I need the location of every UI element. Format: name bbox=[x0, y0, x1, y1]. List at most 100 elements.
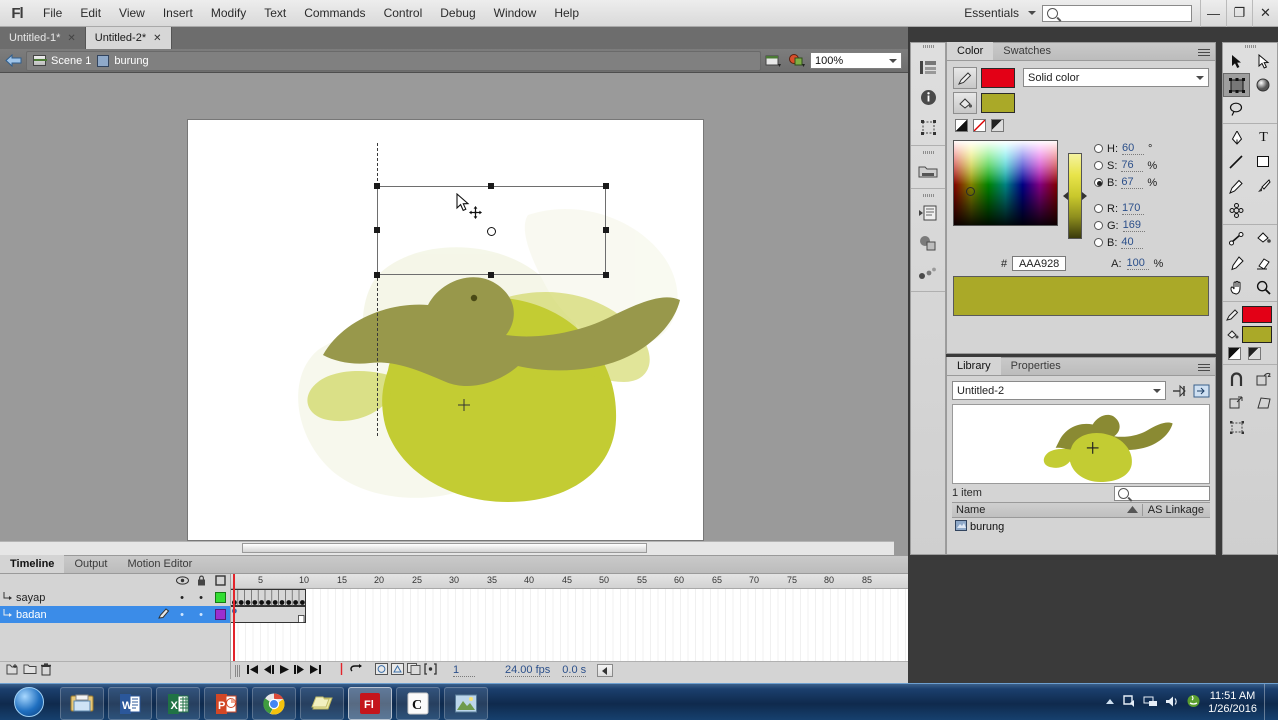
outline-icon[interactable] bbox=[210, 574, 230, 589]
new-library-panel-icon[interactable] bbox=[1193, 384, 1210, 398]
menu-file[interactable]: File bbox=[34, 2, 71, 24]
frame-grid[interactable] bbox=[231, 574, 908, 661]
frames-row-badan[interactable] bbox=[231, 606, 306, 623]
menu-text[interactable]: Text bbox=[255, 2, 295, 24]
tab-color[interactable]: Color bbox=[947, 42, 994, 60]
playhead[interactable] bbox=[233, 574, 235, 661]
onion-skin-icon[interactable] bbox=[375, 663, 388, 678]
channel-value[interactable]: 40 bbox=[1121, 236, 1144, 249]
eye-icon[interactable] bbox=[172, 575, 192, 588]
channel-r[interactable]: R: 170 bbox=[1094, 200, 1209, 217]
close-icon[interactable]: ✕ bbox=[153, 33, 161, 44]
transform-handle-tr[interactable] bbox=[603, 183, 609, 189]
frame-rate-indicator[interactable]: 24.00 fps bbox=[505, 664, 551, 677]
layer-lock-toggle[interactable]: • bbox=[192, 609, 210, 621]
menu-window[interactable]: Window bbox=[485, 2, 546, 24]
tab-motion-editor[interactable]: Motion Editor bbox=[117, 555, 202, 573]
modify-onion-markers-icon[interactable] bbox=[424, 663, 437, 678]
transform-handle-mr[interactable] bbox=[603, 227, 609, 233]
channel-rgb-b[interactable]: B: 40 bbox=[1094, 234, 1209, 251]
library-panel-icon[interactable] bbox=[911, 155, 945, 185]
tools-stroke-color-swatch[interactable] bbox=[1242, 306, 1272, 323]
stage-canvas[interactable] bbox=[188, 120, 703, 540]
black-white-icon[interactable] bbox=[1228, 347, 1241, 360]
menu-modify[interactable]: Modify bbox=[202, 2, 255, 24]
channel-value[interactable]: 60 bbox=[1122, 142, 1144, 155]
channel-g[interactable]: G: 169 bbox=[1094, 217, 1209, 234]
actions-icon[interactable] bbox=[911, 198, 945, 228]
scale-option[interactable] bbox=[1223, 391, 1250, 415]
zoom-level-select[interactable]: 100% bbox=[810, 52, 902, 69]
document-tab-untitled-2[interactable]: Untitled-2* ✕ bbox=[85, 27, 172, 49]
stroke-color-swatch[interactable] bbox=[981, 68, 1015, 88]
document-tab-untitled-1[interactable]: Untitled-1* ✕ bbox=[0, 27, 86, 49]
envelope-option[interactable] bbox=[1223, 415, 1250, 439]
flash-taskbar-icon[interactable]: Fl bbox=[348, 687, 392, 720]
photo-viewer-taskbar-icon[interactable] bbox=[444, 687, 488, 720]
restore-button[interactable]: ❐ bbox=[1226, 0, 1252, 27]
eyedropper-tool[interactable] bbox=[1223, 251, 1250, 275]
radio-b[interactable] bbox=[1094, 178, 1103, 187]
library-search-input[interactable] bbox=[1114, 485, 1210, 501]
stage-area[interactable] bbox=[0, 73, 908, 555]
workspace-switcher[interactable]: Essentials bbox=[959, 3, 1042, 23]
play-icon[interactable] bbox=[278, 664, 290, 678]
eraser-tool[interactable] bbox=[1250, 251, 1277, 275]
corel-taskbar-icon[interactable]: C bbox=[396, 687, 440, 720]
edit-symbols-icon[interactable] bbox=[787, 52, 806, 69]
layer-lock-toggle[interactable]: • bbox=[192, 592, 210, 604]
channel-value[interactable]: 67 bbox=[1121, 176, 1144, 189]
close-icon[interactable]: ✕ bbox=[67, 33, 75, 44]
new-layer-icon[interactable] bbox=[6, 663, 20, 679]
pen-tool[interactable] bbox=[1223, 126, 1250, 150]
sort-ascending-icon[interactable] bbox=[1126, 504, 1138, 516]
transform-handle-bc[interactable] bbox=[488, 272, 494, 278]
bone-tool[interactable] bbox=[1223, 227, 1250, 251]
snap-to-objects-option[interactable] bbox=[1223, 367, 1250, 391]
menu-commands[interactable]: Commands bbox=[295, 2, 374, 24]
menu-view[interactable]: View bbox=[110, 2, 154, 24]
fill-type-select[interactable]: Solid color bbox=[1023, 68, 1209, 87]
word-taskbar-icon[interactable]: W bbox=[108, 687, 152, 720]
clock[interactable]: 11:51 AM 1/26/2016 bbox=[1208, 690, 1257, 716]
pin-icon[interactable] bbox=[1171, 384, 1188, 398]
help-search-input[interactable] bbox=[1042, 4, 1192, 22]
java-icon[interactable] bbox=[1186, 694, 1201, 711]
panel-menu-icon[interactable] bbox=[1198, 47, 1210, 58]
timeline-layer-badan[interactable]: badan • • bbox=[0, 606, 230, 623]
transform-handle-br[interactable] bbox=[603, 272, 609, 278]
lock-icon[interactable] bbox=[192, 575, 210, 589]
rectangle-tool[interactable] bbox=[1250, 150, 1277, 174]
windows-explorer-taskbar-icon[interactable] bbox=[60, 687, 104, 720]
layer-name[interactable]: badan bbox=[16, 609, 158, 621]
text-tool[interactable]: T bbox=[1250, 126, 1277, 150]
column-header-as-linkage[interactable]: AS Linkage bbox=[1141, 504, 1210, 516]
step-forward-icon[interactable] bbox=[293, 664, 306, 678]
radio-r[interactable] bbox=[1094, 204, 1103, 213]
tab-timeline[interactable]: Timeline bbox=[0, 555, 65, 573]
powerpoint-taskbar-icon[interactable]: P bbox=[204, 687, 248, 720]
tab-swatches[interactable]: Swatches bbox=[993, 42, 1061, 60]
brush-tool[interactable] bbox=[1250, 174, 1277, 198]
layer-name[interactable]: sayap bbox=[16, 592, 172, 604]
go-to-last-icon[interactable] bbox=[309, 664, 322, 678]
no-color-icon[interactable] bbox=[973, 119, 986, 132]
breadcrumb-scene-1[interactable]: Scene 1 bbox=[33, 55, 91, 67]
swap-colors-icon[interactable] bbox=[991, 119, 1004, 132]
info-icon[interactable] bbox=[911, 82, 945, 112]
excel-taskbar-icon[interactable]: X bbox=[156, 687, 200, 720]
chrome-taskbar-icon[interactable] bbox=[252, 687, 296, 720]
new-folder-icon[interactable] bbox=[23, 663, 37, 678]
panel-menu-icon[interactable] bbox=[1198, 362, 1210, 373]
layer-color-swatch[interactable] bbox=[210, 592, 230, 603]
radio-rgb-b[interactable] bbox=[1094, 238, 1103, 247]
subselection-tool[interactable] bbox=[1250, 49, 1277, 73]
layer-color-swatch[interactable] bbox=[210, 609, 230, 620]
menu-control[interactable]: Control bbox=[375, 2, 432, 24]
zoom-tool[interactable] bbox=[1250, 275, 1277, 299]
hex-color-input[interactable]: AAA928 bbox=[1012, 256, 1067, 271]
menu-debug[interactable]: Debug bbox=[431, 2, 484, 24]
folder-taskbar-icon[interactable] bbox=[300, 687, 344, 720]
paint-bucket-tool[interactable] bbox=[1250, 227, 1277, 251]
onion-skin-outlines-icon[interactable] bbox=[391, 663, 404, 678]
